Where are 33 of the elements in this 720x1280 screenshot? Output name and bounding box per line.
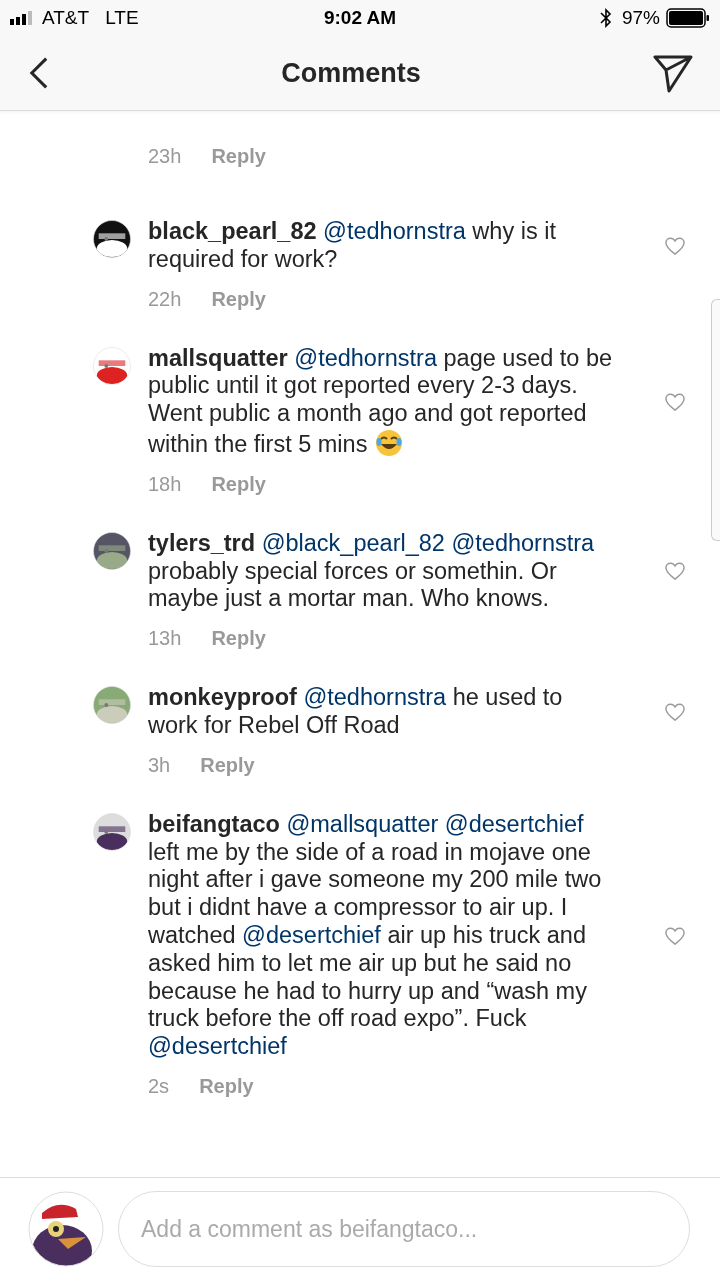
comment-time: 18h (148, 472, 182, 496)
reply-link[interactable]: Reply (199, 1074, 254, 1098)
comment-input[interactable]: Add a comment as beifangtaco... (118, 1191, 690, 1267)
send-button[interactable] (652, 53, 694, 93)
comment-text: beifangtaco @mallsquatter @desertchief left me by the side of a road in mojave one night after i gave someone my 200 mile two but i didnt have a compressor to air up. I watched @desertchief air up his truck and asked him to let me air up but he said no because he had to hurry up and “wash my truck before the off road expo”. Fuck @desertchief (148, 810, 603, 1061)
screen-title: Comments (281, 57, 421, 89)
comment-text: monkeyproof @tedhornstra he used to work for Rebel Off Road (148, 684, 564, 740)
like-button[interactable] (664, 391, 686, 412)
laughing-emoji-icon (373, 428, 404, 458)
battery-percent: 97% (621, 7, 660, 29)
like-button[interactable] (664, 925, 686, 946)
comment-text: mallsquatter @tedhornstra page used to be public until it got reported every 2-3 days. Went public a month ago and got reported within the first 5 mins (148, 344, 614, 459)
battery-icon (666, 8, 710, 28)
comment-time: 13h (148, 627, 182, 651)
comment-time: 3h (148, 753, 171, 777)
reply-link[interactable]: Reply (211, 627, 266, 651)
reply-link[interactable]: Reply (211, 287, 266, 311)
bluetooth-icon (599, 8, 612, 28)
clock-time: 9:02 AM (323, 7, 397, 29)
like-button[interactable] (664, 235, 686, 256)
carrier-name: AT&T (42, 7, 90, 29)
comment-text: tylers_trd @black_pearl_82 @tedhornstra probably special forces or somethin. Or maybe just a mortar man. Who knows. (148, 529, 596, 614)
reply-link[interactable]: Reply (211, 145, 266, 168)
comment-time: 2s (148, 1074, 170, 1098)
like-button[interactable] (664, 701, 686, 722)
reply-link[interactable]: Reply (211, 472, 266, 496)
back-button[interactable] (28, 55, 50, 91)
comment-time: 22h (148, 287, 182, 311)
reply-link[interactable]: Reply (200, 753, 255, 777)
like-button[interactable] (664, 561, 686, 582)
comment-text: black_pearl_82 @tedhornstra why is it required for work? (148, 218, 557, 274)
network-type: LTE (105, 7, 139, 29)
comment-time: 23h (148, 145, 182, 168)
